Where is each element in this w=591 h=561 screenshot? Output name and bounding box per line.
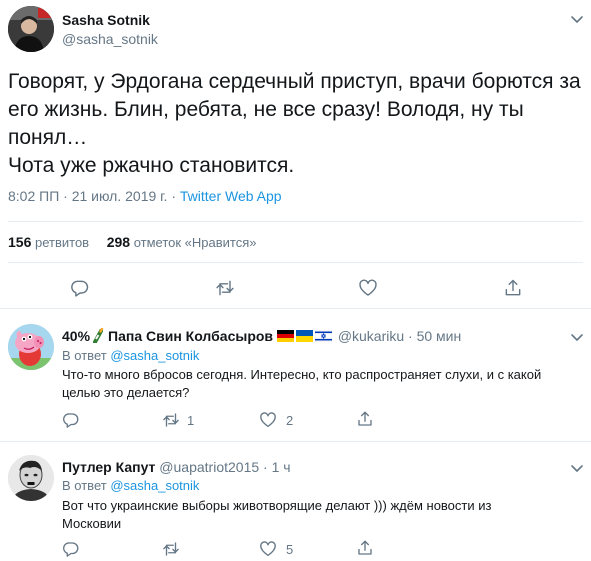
reply-icon[interactable] xyxy=(62,411,80,429)
in-reply-mention[interactable]: @sasha_sotnik xyxy=(110,478,199,493)
like-count: 2 xyxy=(286,413,294,428)
author-name[interactable]: Sasha Sotnik xyxy=(62,12,150,28)
divider xyxy=(8,221,583,222)
reply-text: Что-то много вбросов сегодня. Интересно,… xyxy=(62,366,562,402)
share-icon[interactable] xyxy=(356,410,374,428)
chevron-down-icon[interactable] xyxy=(570,12,584,23)
tweet-timestamp[interactable]: 8:02 ПП · 21 июл. 2019 г. · xyxy=(8,188,180,204)
in-reply-mention[interactable]: @sasha_sotnik xyxy=(110,348,199,363)
tweet-text: Говорят, у Эрдогана сердечный приступ, в… xyxy=(8,68,581,180)
share-icon[interactable] xyxy=(356,539,374,557)
champagne-bottle-icon xyxy=(92,327,104,344)
retweet-icon[interactable] xyxy=(162,411,180,429)
reply-header: Путлер Капут @uapatriot2015 · 1 ч xyxy=(62,459,291,475)
in-reply-label: В ответ xyxy=(62,348,107,363)
reply-avatar[interactable] xyxy=(8,324,54,370)
retweet-count: 1 xyxy=(187,413,195,428)
tweet-meta: 8:02 ПП · 21 июл. 2019 г. · Twitter Web … xyxy=(8,188,282,204)
likes-stat[interactable]: 298 отметок «Нравится» xyxy=(106,234,257,250)
reply-text-line: Вот что украинские выборы животворящие д… xyxy=(62,498,492,513)
retweets-count: 156 xyxy=(8,234,32,250)
main-tweet: Sasha Sotnik @sasha_sotnik Говорят, у Эр… xyxy=(0,0,591,309)
tweet-text-line: понял… xyxy=(8,126,88,149)
retweet-icon[interactable] xyxy=(215,278,235,298)
reply-name[interactable]: Папа Свин Колбасыров xyxy=(108,328,273,344)
like-icon[interactable] xyxy=(259,411,277,429)
germany-flag-icon xyxy=(276,329,294,342)
tweet-source-link[interactable]: Twitter Web App xyxy=(180,188,282,204)
retweet-icon[interactable] xyxy=(162,540,180,558)
israel-flag-icon xyxy=(314,329,333,343)
in-reply-to: В ответ @sasha_sotnik xyxy=(62,348,199,363)
reply-name[interactable]: Путлер Капут xyxy=(62,459,155,475)
ukraine-flag-icon xyxy=(295,329,313,342)
tweet-text-line: Говорят, у Эрдогана сердечный приступ, в… xyxy=(8,70,581,93)
reply-icon[interactable] xyxy=(62,540,80,558)
reply-avatar[interactable] xyxy=(8,455,54,501)
reply-text-line: целью это делается? xyxy=(62,385,190,400)
likes-count: 298 xyxy=(106,234,131,250)
retweets-label: ретвитов xyxy=(34,235,90,250)
reply-time[interactable]: · 1 ч xyxy=(263,459,291,475)
reply-text-line: Московии xyxy=(62,516,122,531)
tweet-text-line: Чота уже ржачно становится. xyxy=(8,154,295,177)
reply-tweet: Путлер Капут @uapatriot2015 · 1 ч В отве… xyxy=(0,443,591,561)
divider xyxy=(8,262,583,263)
author-avatar[interactable] xyxy=(8,6,54,52)
chevron-down-icon[interactable] xyxy=(570,461,584,472)
reply-time[interactable]: · 50 мин xyxy=(408,328,461,344)
reply-handle[interactable]: @uapatriot2015 xyxy=(159,459,259,475)
reply-text: Вот что украинские выборы животворящие д… xyxy=(62,497,562,533)
reply-text-line: Что-то много вбросов сегодня. Интересно,… xyxy=(62,367,542,382)
author-handle[interactable]: @sasha_sotnik xyxy=(62,31,158,47)
tweet-text-line: его жизнь. Блин, ребята, не все сразу! В… xyxy=(8,98,524,121)
in-reply-to: В ответ @sasha_sotnik xyxy=(62,478,199,493)
reply-name-prefix[interactable]: 40% xyxy=(62,328,90,344)
share-icon[interactable] xyxy=(503,278,523,298)
likes-label: отметок «Нравится» xyxy=(133,235,257,250)
chevron-down-icon[interactable] xyxy=(570,330,584,341)
reply-header: 40% Папа Свин Колбасыров @kukariku · 50 м… xyxy=(62,327,461,344)
reply-handle[interactable]: @kukariku xyxy=(338,328,404,344)
like-icon[interactable] xyxy=(259,540,277,558)
tweet-stats: 156 ретвитов 298 отметок «Нравится» xyxy=(8,234,271,250)
reply-tweet: 40% Папа Свин Колбасыров @kukariku · 50 м… xyxy=(0,310,591,442)
like-count: 5 xyxy=(286,542,294,557)
in-reply-label: В ответ xyxy=(62,478,107,493)
reply-icon[interactable] xyxy=(70,278,90,298)
like-icon[interactable] xyxy=(358,278,378,298)
retweets-stat[interactable]: 156 ретвитов xyxy=(8,234,90,250)
